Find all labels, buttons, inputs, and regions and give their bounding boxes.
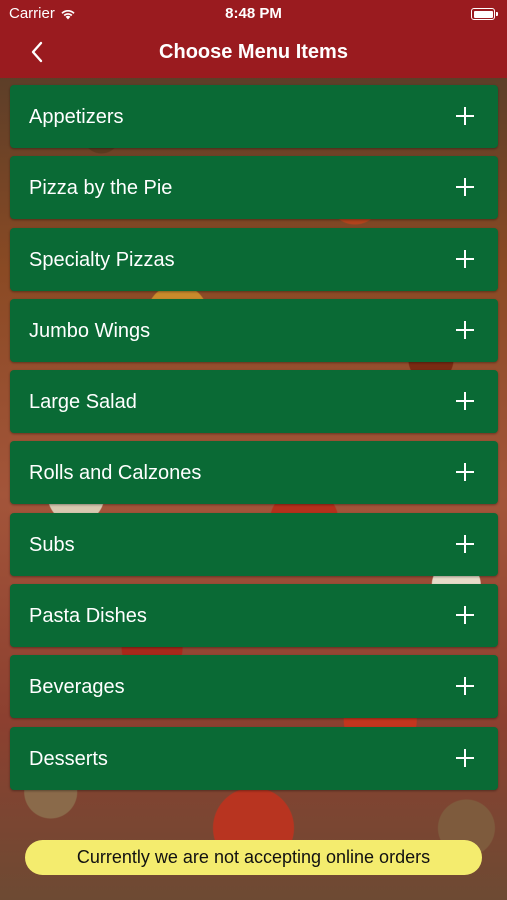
menu-item-appetizers[interactable]: Appetizers bbox=[10, 85, 498, 148]
menu-item-pasta-dishes[interactable]: Pasta Dishes bbox=[10, 584, 498, 648]
page-title: Choose Menu Items bbox=[159, 41, 348, 63]
status-bar: Carrier 8:48 PM bbox=[0, 0, 507, 28]
notice-text: Currently we are not accepting online or… bbox=[76, 847, 431, 867]
plus-icon[interactable] bbox=[456, 249, 474, 268]
menu-item-rolls-and-calzones[interactable]: Rolls and Calzones bbox=[10, 441, 498, 505]
menu-item-desserts[interactable]: Desserts bbox=[10, 726, 498, 790]
navigation-bar: Choose Menu Items bbox=[0, 28, 507, 78]
app-screen: Carrier 8:48 PM Choose Menu Items Appeti… bbox=[0, 0, 507, 900]
plus-icon[interactable] bbox=[456, 677, 474, 696]
plus-icon[interactable] bbox=[456, 748, 474, 767]
menu-item-label: Rolls and Calzones bbox=[29, 462, 202, 485]
plus-icon[interactable] bbox=[456, 178, 474, 197]
menu-item-pizza-by-the-pie[interactable]: Pizza by the Pie bbox=[10, 156, 498, 220]
plus-icon[interactable] bbox=[456, 392, 474, 411]
menu-item-jumbo-wings[interactable]: Jumbo Wings bbox=[10, 298, 498, 362]
plus-icon[interactable] bbox=[456, 534, 474, 553]
menu-item-label: Pizza by the Pie bbox=[29, 177, 173, 200]
menu-category-list: Appetizers Pizza by the Pie Specialty Pi… bbox=[10, 85, 498, 798]
plus-icon[interactable] bbox=[456, 606, 474, 625]
plus-icon[interactable] bbox=[456, 107, 474, 125]
menu-item-label: Beverages bbox=[29, 676, 125, 699]
menu-item-specialty-pizzas[interactable]: Specialty Pizzas bbox=[10, 227, 498, 291]
plus-icon[interactable] bbox=[456, 463, 474, 482]
menu-item-label: Subs bbox=[29, 533, 75, 556]
menu-item-label: Specialty Pizzas bbox=[29, 248, 175, 271]
menu-item-label: Appetizers bbox=[29, 106, 124, 128]
online-orders-notice: Currently we are not accepting online or… bbox=[25, 840, 482, 875]
plus-icon[interactable] bbox=[456, 320, 474, 339]
menu-item-label: Desserts bbox=[29, 747, 108, 770]
menu-item-label: Large Salad bbox=[29, 391, 137, 414]
menu-item-subs[interactable]: Subs bbox=[10, 512, 498, 576]
status-time: 8:48 PM bbox=[225, 5, 282, 22]
menu-item-label: Pasta Dishes bbox=[29, 605, 147, 628]
battery-icon bbox=[471, 8, 498, 20]
menu-item-large-salad[interactable]: Large Salad bbox=[10, 370, 498, 434]
menu-item-beverages[interactable]: Beverages bbox=[10, 655, 498, 719]
menu-item-label: Jumbo Wings bbox=[29, 319, 151, 342]
